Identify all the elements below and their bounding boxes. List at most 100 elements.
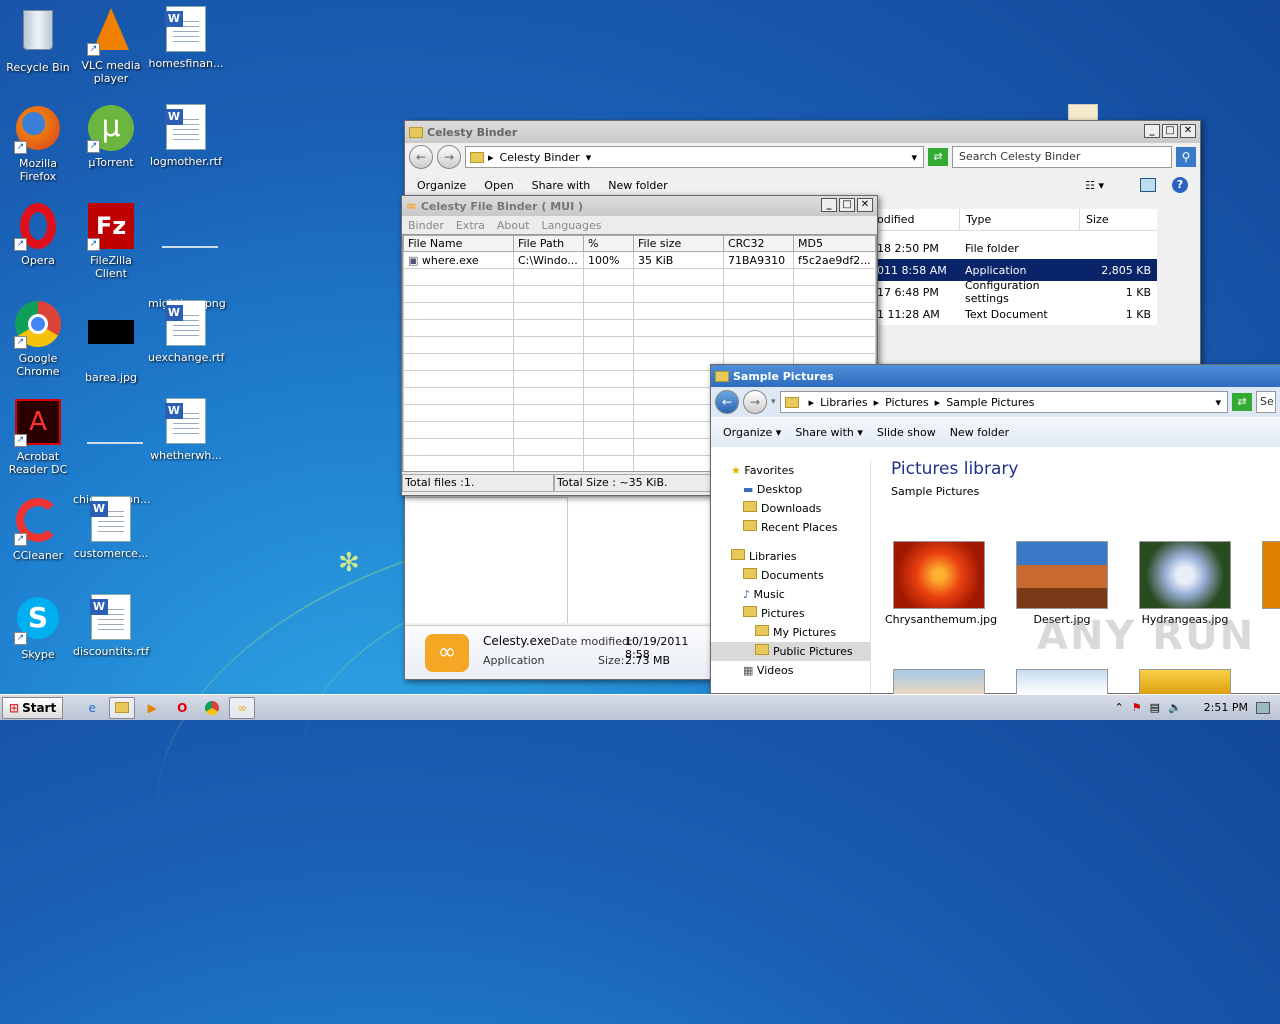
desktop-icon-vlc[interactable]: ↗ VLC media player [73,6,149,85]
view-options-icon[interactable]: ☷ ▾ [1085,179,1104,192]
close-button[interactable]: ✕ [857,198,873,212]
chrome-taskbar-icon[interactable] [199,697,225,719]
organize-menu[interactable]: Organize ▾ [723,426,781,439]
clock[interactable]: 2:51 PM [1204,701,1248,714]
column-percent[interactable]: % [583,235,634,252]
share-with-menu[interactable]: Share with [532,179,591,192]
desktop-icon-homesfinan[interactable]: Whomesfinan... [148,6,224,70]
search-icon[interactable]: ⚲ [1176,147,1196,167]
tree-pictures[interactable]: Pictures [731,604,870,623]
title-bar[interactable]: ∞ Celesty File Binder ( MUI ) _ □ ✕ [402,196,877,216]
close-button[interactable]: ✕ [1180,124,1196,138]
desktop-icon-filezilla[interactable]: Fz ↗ FileZilla Client [73,202,149,280]
tree-desktop[interactable]: ▬ Desktop [731,480,870,499]
file-list-row[interactable]: 011 8:58 AM Application 2,805 KB [875,259,1157,281]
address-crumb[interactable]: Celesty Binder [500,151,580,164]
thumbnail-penguins[interactable] [1016,669,1108,695]
desktop-icon-discountits[interactable]: Wdiscountits.rtf [73,594,149,658]
share-with-menu[interactable]: Share with ▾ [795,426,863,439]
maximize-button[interactable]: □ [1162,124,1178,138]
file-list-row[interactable]: 1 11:28 AM Text Document 1 KB [875,303,1157,325]
table-row[interactable] [403,302,876,320]
media-player-icon[interactable]: ▶ [139,697,165,719]
tree-videos[interactable]: ▦ Videos [731,661,870,680]
tree-recent-places[interactable]: Recent Places [731,518,870,537]
maximize-button[interactable]: □ [839,198,855,212]
new-folder-button[interactable]: New folder [608,179,667,192]
thumbnail-chrysanthemum[interactable] [893,541,985,609]
refresh-icon[interactable]: ⇄ [928,148,948,166]
address-bar[interactable]: ▸ Libraries ▸ Pictures ▸ Sample Pictures ▾ [779,391,1228,413]
desktop-icon-firefox[interactable]: ↗ Mozilla Firefox [0,104,76,183]
file-list-row[interactable]: 18 2:50 PM File folder [875,237,1157,259]
back-button[interactable]: ← [715,390,739,414]
menu-languages[interactable]: Languages [541,219,601,232]
tree-favorites[interactable]: ★ Favorites [731,461,870,480]
address-dropdown-icon[interactable]: ▾ [1215,396,1221,409]
organize-menu[interactable]: Organize [417,179,466,192]
open-button[interactable]: Open [484,179,513,192]
table-row[interactable] [403,319,876,337]
title-bar[interactable]: Sample Pictures [711,365,1280,387]
thumbnail-desert[interactable] [1016,541,1108,609]
thumbnail-caption[interactable]: Chrysanthemum.jpg [885,613,997,626]
menu-about[interactable]: About [497,219,530,232]
address-bar[interactable]: ▸ Celesty Binder ▾ ▾ [465,146,924,168]
help-icon[interactable]: ? [1172,177,1188,193]
forward-button[interactable]: → [437,145,461,169]
volume-icon[interactable]: 🔈 [1168,701,1182,714]
tree-downloads[interactable]: Downloads [731,499,870,518]
refresh-icon[interactable]: ⇄ [1232,393,1252,411]
table-row[interactable] [403,336,876,354]
column-crc32[interactable]: CRC32 [723,235,794,252]
column-md5[interactable]: MD5 [793,235,876,252]
desktop-icon-recycle-bin[interactable]: Recycle Bin [0,6,76,74]
desktop-icon-barea[interactable]: barea.jpg [73,300,149,384]
desktop-icon-utorrent[interactable]: µ ↗ µTorrent [73,104,149,169]
breadcrumb-libraries[interactable]: Libraries [820,396,868,409]
network-icon[interactable]: ▤ [1150,701,1160,714]
tree-documents[interactable]: Documents [731,566,870,585]
opera-taskbar-icon[interactable]: O [169,697,195,719]
column-file-name[interactable]: File Name [403,235,514,252]
forward-button[interactable]: → [743,390,767,414]
desktop-icon-mightless[interactable]: mightless.png [148,202,226,310]
action-center-icon[interactable]: ⚑ [1132,701,1142,714]
column-date-modified[interactable]: odified [875,209,959,230]
file-list-row[interactable]: 17 6:48 PM Configuration settings 1 KB [875,279,1157,305]
minimize-button[interactable]: _ [1144,124,1160,138]
desktop-icon-logmother[interactable]: Wlogmother.rtf [148,104,224,168]
search-input[interactable]: Se [1256,391,1276,413]
title-bar[interactable]: Celesty Binder _ □ ✕ [405,121,1200,143]
column-file-size[interactable]: File size [633,235,724,252]
breadcrumb-sample-pictures[interactable]: Sample Pictures [946,396,1034,409]
show-hidden-icons[interactable]: ⌃ [1114,701,1123,714]
tree-music[interactable]: ♪ Music [731,585,870,604]
menu-binder[interactable]: Binder [408,219,444,232]
column-size[interactable]: Size [1079,209,1157,230]
tree-my-pictures[interactable]: My Pictures [731,623,870,642]
explorer-icon[interactable] [109,696,136,719]
breadcrumb-pictures[interactable]: Pictures [885,396,929,409]
thumbnail-lighthouse[interactable] [893,669,985,695]
desktop-icon-chrome[interactable]: ↗ Google Chrome [0,300,76,378]
celesty-taskbar-icon[interactable]: ∞ [229,696,256,719]
desktop-icon-skype[interactable]: S ↗ Skype [0,594,76,661]
preview-pane-icon[interactable] [1140,178,1156,192]
new-folder-button[interactable]: New folder [950,426,1009,439]
desktop-icon-whetherwh[interactable]: Wwhetherwh... [148,398,224,462]
search-input[interactable]: Search Celesty Binder [952,146,1172,168]
desktop-icon-ccleaner[interactable]: ↗ CCleaner [0,496,76,562]
start-button[interactable]: ⊞ Start [2,696,64,719]
thumbnail-hydrangeas[interactable] [1139,541,1231,609]
show-desktop-button[interactable] [1256,701,1270,714]
menu-extra[interactable]: Extra [456,219,485,232]
desktop-icon-acrobat[interactable]: A ↗ Acrobat Reader DC [0,398,76,476]
minimize-button[interactable]: _ [821,198,837,212]
column-file-path[interactable]: File Path [513,235,584,252]
tree-public-pictures[interactable]: Public Pictures [711,642,870,661]
address-dropdown-icon[interactable]: ▾ [911,151,917,164]
tree-libraries[interactable]: Libraries [731,547,870,566]
desktop-icon-customerce[interactable]: Wcustomerce... [73,496,149,560]
table-row[interactable] [403,268,876,286]
